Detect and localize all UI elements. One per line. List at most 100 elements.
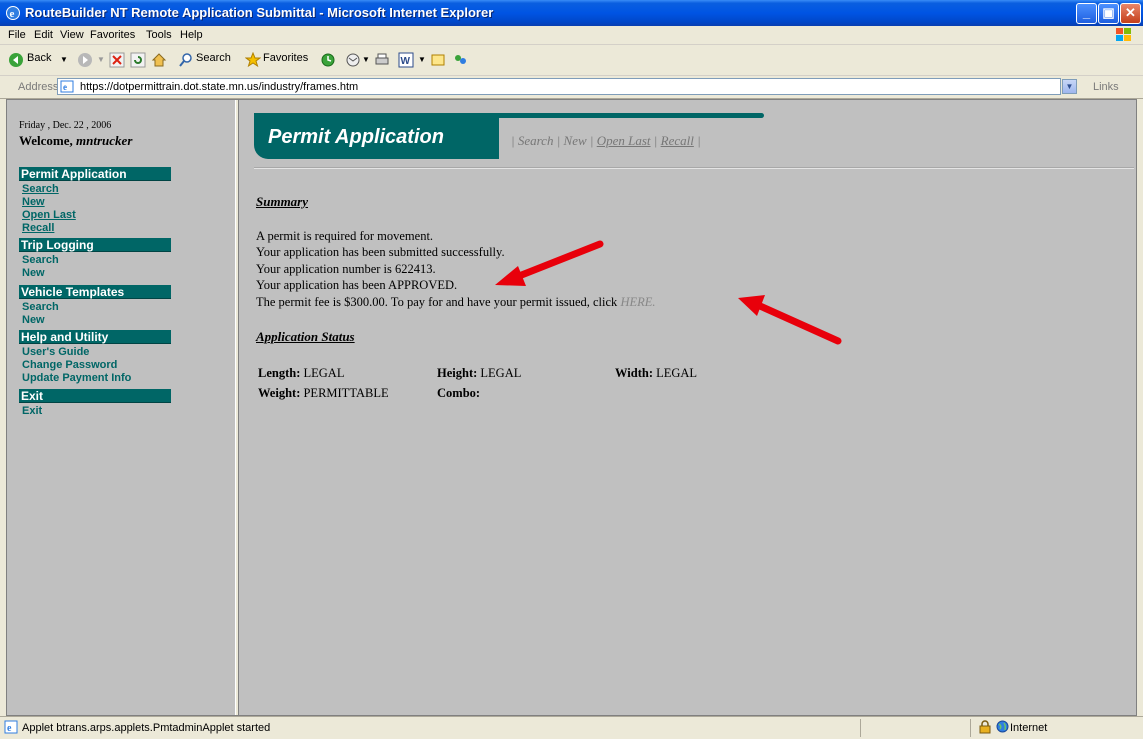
refresh-icon[interactable] <box>130 52 146 68</box>
favorites-button[interactable]: Favorites <box>263 52 308 64</box>
svg-text:W: W <box>401 56 411 67</box>
nav-permit-recall-label[interactable]: Recall <box>22 222 54 234</box>
address-url[interactable]: https://dotpermittrain.dot.state.mn.us/i… <box>80 81 358 93</box>
browser-content: Friday , Dec. 22 , 2006 Welcome, mntruck… <box>6 99 1137 716</box>
back-arrow-icon[interactable] <box>8 52 24 68</box>
length-label: Length: <box>258 366 301 380</box>
mail-dropdown-icon[interactable]: ▼ <box>362 55 370 64</box>
top-nav-recall[interactable]: Recall <box>661 133 694 148</box>
permit-nav-links: | Search | New | Open Last | Recall | <box>511 133 701 149</box>
print-icon[interactable] <box>374 52 390 68</box>
weight-value: PERMITTABLE <box>303 386 389 400</box>
history-icon[interactable] <box>320 52 336 68</box>
menu-view[interactable]: View <box>60 29 84 41</box>
window-title: RouteBuilder NT Remote Application Submi… <box>25 5 494 20</box>
nav-section-help-utility: Help and Utility <box>19 330 171 344</box>
close-button[interactable]: ✕ <box>1120 3 1141 24</box>
menu-tools[interactable]: Tools <box>146 29 172 41</box>
permit-application-banner: Permit Application <box>254 117 499 159</box>
search-icon[interactable] <box>178 52 194 68</box>
menu-favorites[interactable]: Favorites <box>90 29 135 41</box>
nav-section-permit-application: Permit Application <box>19 167 171 181</box>
menu-edit[interactable]: Edit <box>34 29 53 41</box>
status-combo: Combo: <box>437 386 480 401</box>
address-input[interactable]: e https://dotpermittrain.dot.state.mn.us… <box>57 78 1061 95</box>
search-button[interactable]: Search <box>196 52 231 64</box>
menu-file[interactable]: File <box>8 29 26 41</box>
window-title-bar: e RouteBuilder NT Remote Application Sub… <box>0 0 1143 26</box>
left-nav-frame: Friday , Dec. 22 , 2006 Welcome, mntruck… <box>7 100 235 715</box>
address-label: Address <box>18 81 59 93</box>
length-value: LEGAL <box>303 366 345 380</box>
status-length: Length: LEGAL <box>258 366 344 381</box>
nav-permit-open-last[interactable]: Open Last <box>22 209 76 222</box>
nav-permit-new[interactable]: New <box>22 196 45 209</box>
nav-permit-open-last-label[interactable]: Open Last <box>22 209 76 221</box>
back-button[interactable]: Back <box>27 52 51 64</box>
banner-title: Permit Application <box>268 126 444 148</box>
minimize-button[interactable]: _ <box>1076 3 1097 24</box>
menu-help[interactable]: Help <box>180 29 203 41</box>
top-nav-new[interactable]: New <box>564 133 587 148</box>
message-submitted: Your application has been submitted succ… <box>256 245 505 259</box>
nav-permit-recall[interactable]: Recall <box>22 222 54 235</box>
edit-dropdown-icon[interactable]: ▼ <box>418 55 426 64</box>
nav-sep: | <box>589 133 594 148</box>
word-edit-icon[interactable]: W <box>398 52 414 68</box>
top-nav-search[interactable]: Search <box>518 133 554 148</box>
status-separator <box>860 719 861 737</box>
here-link[interactable]: HERE. <box>620 295 655 309</box>
nav-section-trip-logging: Trip Logging <box>19 238 171 252</box>
nav-permit-search-label[interactable]: Search <box>22 183 59 195</box>
home-icon[interactable] <box>151 52 167 68</box>
menu-bar: File Edit View Favorites Tools Help <box>0 26 1143 45</box>
main-frame: Permit Application | Search | New | Open… <box>239 100 1136 715</box>
forward-arrow-icon[interactable] <box>77 52 93 68</box>
nav-vehicle-search[interactable]: Search <box>22 301 59 314</box>
application-status-heading: Application Status <box>256 329 355 344</box>
forward-dropdown-icon[interactable]: ▼ <box>97 55 105 64</box>
svg-text:e: e <box>10 8 15 20</box>
nav-vehicle-new[interactable]: New <box>22 314 45 327</box>
width-value: LEGAL <box>656 366 698 380</box>
links-toolbar[interactable]: Links <box>1093 81 1119 93</box>
maximize-button[interactable]: ▣ <box>1098 3 1119 24</box>
discuss-icon[interactable] <box>430 52 446 68</box>
stop-icon[interactable] <box>109 52 125 68</box>
header-divider <box>254 167 1134 169</box>
nav-trip-new[interactable]: New <box>22 267 45 280</box>
welcome-message: Welcome, mntrucker <box>19 133 132 149</box>
messenger-icon[interactable] <box>452 52 468 68</box>
ie-icon: e <box>6 6 20 20</box>
status-text: Applet btrans.arps.applets.PmtadminApple… <box>22 722 271 734</box>
current-date: Friday , Dec. 22 , 2006 <box>19 120 112 131</box>
nav-sep: | <box>511 133 515 148</box>
message-approved: Your application has been APPROVED. <box>256 278 458 292</box>
status-separator <box>970 719 971 737</box>
top-nav-open-last[interactable]: Open Last <box>597 133 651 148</box>
back-dropdown-icon[interactable]: ▼ <box>60 55 68 64</box>
nav-trip-search[interactable]: Search <box>22 254 59 267</box>
nav-update-payment-info[interactable]: Update Payment Info <box>22 372 131 385</box>
nav-exit[interactable]: Exit <box>22 405 42 418</box>
address-bar: Address e https://dotpermittrain.dot.sta… <box>0 76 1143 99</box>
nav-users-guide[interactable]: User's Guide <box>22 346 89 359</box>
favorites-star-icon[interactable] <box>245 52 261 68</box>
toolbar: Back ▼ ▼ Search Favorites ▼ W ▼ <box>0 45 1143 76</box>
status-weight: Weight: PERMITTABLE <box>258 386 389 401</box>
mail-icon[interactable] <box>345 52 361 68</box>
status-bar: e Applet btrans.arps.applets.PmtadminApp… <box>0 716 1143 739</box>
weight-label: Weight: <box>258 386 301 400</box>
internet-zone-icon <box>996 720 1009 733</box>
nav-change-password[interactable]: Change Password <box>22 359 117 372</box>
nav-permit-search[interactable]: Search <box>22 183 59 196</box>
nav-section-exit: Exit <box>19 389 171 403</box>
nav-sep: | <box>697 133 701 148</box>
nav-section-vehicle-templates: Vehicle Templates <box>19 285 171 299</box>
nav-permit-new-label[interactable]: New <box>22 196 45 208</box>
address-dropdown-icon[interactable]: ▼ <box>1062 79 1077 94</box>
message-application-number: Your application number is 622413. <box>256 262 436 276</box>
lock-icon <box>979 720 991 734</box>
status-height: Height: LEGAL <box>437 366 521 381</box>
width-label: Width: <box>615 366 653 380</box>
